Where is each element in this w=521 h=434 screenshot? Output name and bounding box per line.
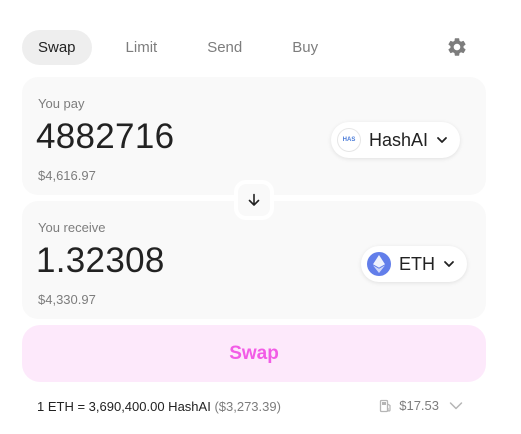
ethereum-icon — [367, 252, 391, 276]
arrow-down-icon — [248, 193, 260, 206]
hashai-icon-text: HAS — [342, 137, 356, 143]
pay-amount-input[interactable]: 4882716 — [36, 117, 174, 157]
receive-amount-input[interactable]: 1.32308 — [36, 241, 165, 281]
receive-usd-value: $4,330.97 — [38, 292, 96, 307]
switch-tokens-button[interactable] — [234, 180, 274, 220]
gas-fee-toggle[interactable]: $17.53 — [379, 398, 469, 413]
receive-token-selector[interactable]: ETH — [361, 246, 467, 282]
hashai-token-icon: HAS — [337, 128, 361, 152]
swap-button[interactable]: Swap — [22, 325, 486, 382]
gas-fee-value: $17.53 — [399, 398, 439, 413]
footer: 1 ETH = 3,690,400.00 HashAI ($3,273.39) … — [37, 398, 469, 416]
chevron-down-icon — [449, 401, 463, 409]
chevron-down-icon — [444, 261, 454, 267]
pay-panel: You pay 4882716 $4,616.97 HAS HashAI — [22, 77, 486, 195]
tab-limit[interactable]: Limit — [110, 30, 174, 65]
receive-token-symbol: ETH — [399, 253, 435, 274]
pay-usd-value: $4,616.97 — [38, 168, 96, 183]
tab-buy[interactable]: Buy — [276, 30, 334, 65]
gear-icon[interactable] — [446, 36, 468, 58]
pay-label: You pay — [38, 96, 85, 111]
exchange-rate-usd: ($3,273.39) — [214, 399, 281, 414]
exchange-rate-text: 1 ETH = 3,690,400.00 HashAI — [37, 399, 211, 414]
pay-token-selector[interactable]: HAS HashAI — [331, 122, 461, 158]
receive-label: You receive — [38, 220, 106, 235]
chevron-down-icon — [437, 137, 447, 143]
tab-swap[interactable]: Swap — [22, 30, 92, 65]
swap-tabs: Swap Limit Send Buy — [22, 30, 352, 65]
tab-send[interactable]: Send — [191, 30, 258, 65]
gas-pump-icon — [380, 399, 391, 412]
exchange-rate[interactable]: 1 ETH = 3,690,400.00 HashAI ($3,273.39) — [37, 399, 281, 414]
pay-token-symbol: HashAI — [369, 129, 429, 150]
